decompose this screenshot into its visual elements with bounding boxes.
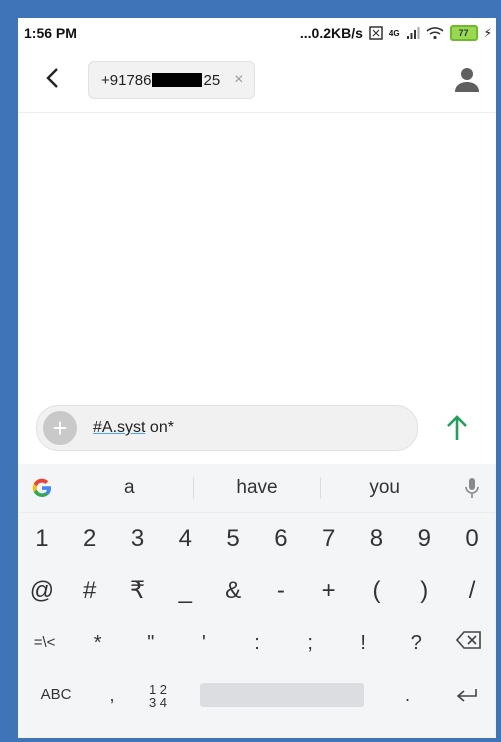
key-0[interactable]: 0: [448, 513, 496, 565]
key-slash[interactable]: /: [448, 565, 496, 617]
back-arrow-icon: [46, 68, 58, 88]
google-logo-icon: [32, 478, 52, 498]
autocorrect-word: #A.syst: [93, 419, 146, 436]
key-hash[interactable]: #: [66, 565, 114, 617]
message-input[interactable]: + #A.syst on*: [36, 405, 418, 451]
status-icons: ...0.2KB/s 4G 77 ⚡: [300, 25, 492, 41]
numpad-label: 1 23 4: [149, 683, 167, 709]
backspace-key[interactable]: [443, 617, 496, 669]
key-row-symbols: @ # ₹ _ & - + ( ) /: [18, 565, 496, 617]
key-open-paren[interactable]: (: [353, 565, 401, 617]
suggestion-strip: a have you: [18, 464, 496, 513]
mic-button[interactable]: [448, 477, 496, 499]
status-bar: 1:56 PM ...0.2KB/s 4G 77 ⚡: [18, 18, 496, 48]
suggestion-1[interactable]: a: [66, 477, 193, 499]
key-3[interactable]: 3: [114, 513, 162, 565]
key-more-symbols[interactable]: =\<: [18, 617, 71, 669]
space-bar[interactable]: [200, 683, 364, 707]
key-abc[interactable]: ABC: [18, 669, 94, 721]
battery-icon: 77: [449, 25, 478, 41]
key-row-punctuation: =\< * " ' : ; ! ?: [18, 617, 496, 669]
key-5[interactable]: 5: [209, 513, 257, 565]
key-rupee[interactable]: ₹: [114, 565, 162, 617]
redaction-bar: [152, 73, 203, 87]
key-9[interactable]: 9: [400, 513, 448, 565]
key-asterisk[interactable]: *: [71, 617, 124, 669]
key-single-quote[interactable]: ': [177, 617, 230, 669]
backspace-icon: [456, 631, 482, 649]
recipient-suffix: 25: [203, 71, 221, 89]
key-2[interactable]: 2: [66, 513, 114, 565]
contact-icon[interactable]: [452, 65, 482, 95]
message-text: #A.syst on*: [93, 419, 174, 437]
attach-button[interactable]: +: [43, 411, 77, 445]
suggestion-3[interactable]: you: [321, 477, 448, 499]
signal-type: 4G: [388, 28, 400, 38]
send-arrow-icon[interactable]: [444, 414, 470, 442]
key-underscore[interactable]: _: [161, 565, 209, 617]
key-plus[interactable]: +: [305, 565, 353, 617]
suggestion-2[interactable]: have: [194, 477, 321, 499]
key-7[interactable]: 7: [305, 513, 353, 565]
key-minus[interactable]: -: [257, 565, 305, 617]
key-period[interactable]: .: [378, 669, 437, 721]
key-comma[interactable]: ,: [94, 669, 130, 721]
message-list: [18, 113, 496, 398]
key-semicolon[interactable]: ;: [284, 617, 337, 669]
wifi-icon: [426, 27, 444, 40]
charging-icon: ⚡: [483, 26, 492, 40]
key-close-paren[interactable]: ): [400, 565, 448, 617]
key-double-quote[interactable]: ": [124, 617, 177, 669]
key-question[interactable]: ?: [390, 617, 443, 669]
enter-icon: [456, 689, 477, 702]
key-row-numbers: 1 2 3 4 5 6 7 8 9 0: [18, 513, 496, 565]
key-colon[interactable]: :: [230, 617, 283, 669]
data-icon: [369, 26, 383, 40]
message-text-rest: on*: [145, 419, 174, 436]
remove-recipient-button[interactable]: ×: [234, 71, 243, 89]
microphone-icon: [465, 478, 479, 498]
compose-bar: + #A.syst on*: [18, 402, 496, 454]
phone-screen: 1:56 PM ...0.2KB/s 4G 77 ⚡ +91786 25 × +: [18, 18, 496, 738]
recipient-chip[interactable]: +91786 25 ×: [88, 61, 255, 99]
key-numpad[interactable]: 1 23 4: [130, 669, 186, 721]
key-exclamation[interactable]: !: [337, 617, 390, 669]
keyboard: a have you 1 2 3 4 5 6 7 8 9 0 @ # ₹ _ &…: [18, 464, 496, 738]
key-ampersand[interactable]: &: [209, 565, 257, 617]
network-speed: ...0.2KB/s: [299, 25, 363, 41]
recipient-prefix: +91786: [101, 71, 152, 89]
key-4[interactable]: 4: [161, 513, 209, 565]
key-1[interactable]: 1: [18, 513, 66, 565]
key-6[interactable]: 6: [257, 513, 305, 565]
numpad-bottom: 3 4: [148, 694, 168, 710]
cell-signal-icon: [406, 27, 420, 39]
status-time: 1:56 PM: [24, 25, 77, 41]
conversation-header: +91786 25 ×: [18, 48, 496, 113]
google-icon[interactable]: [18, 476, 66, 500]
key-row-bottom: ABC , 1 23 4 .: [18, 669, 496, 721]
key-8[interactable]: 8: [353, 513, 401, 565]
key-at[interactable]: @: [18, 565, 66, 617]
back-button[interactable]: [18, 64, 88, 96]
enter-key[interactable]: [437, 669, 496, 721]
